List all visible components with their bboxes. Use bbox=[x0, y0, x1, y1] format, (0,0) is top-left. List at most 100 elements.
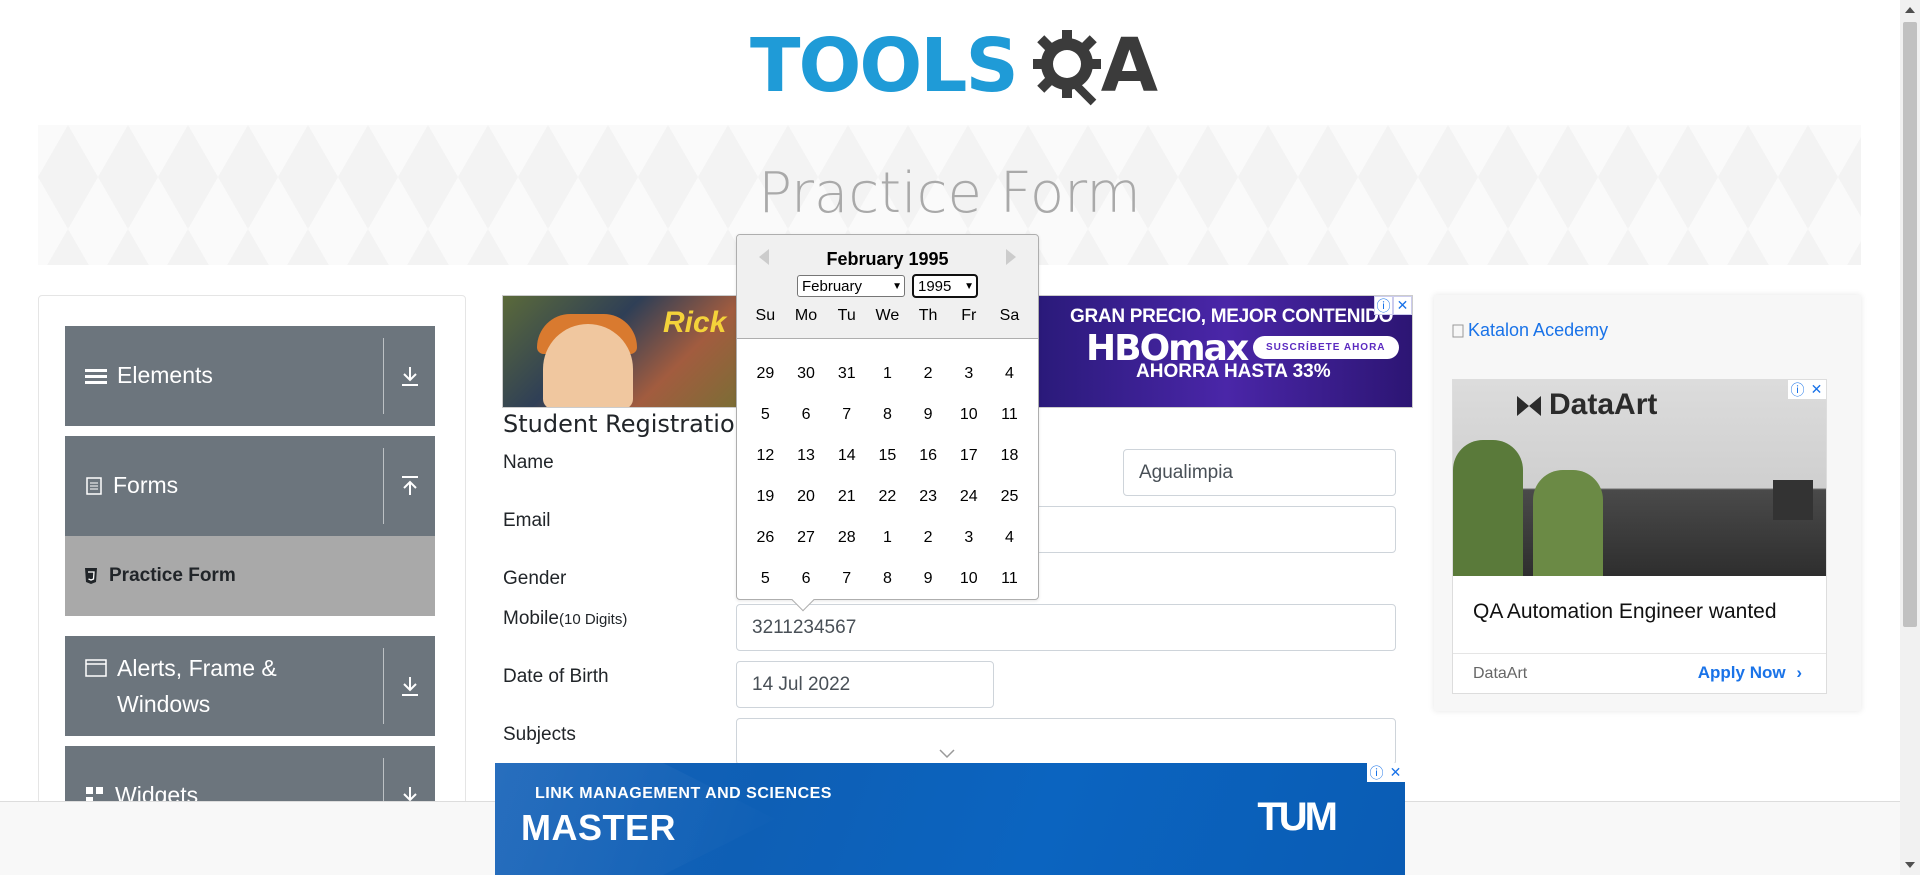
ad-banner-bottom[interactable]: LINK MANAGEMENT AND SCIENCES MASTER TUM … bbox=[495, 763, 1405, 875]
datepicker-week-row: 5 6 7 8 9 10 11 bbox=[745, 558, 1030, 599]
datepicker-day[interactable]: 2 bbox=[908, 529, 949, 547]
datepicker-day[interactable]: 1 bbox=[867, 529, 908, 547]
datepicker-day[interactable]: 6 bbox=[786, 406, 827, 424]
sidebar-group-forms[interactable]: Forms bbox=[65, 436, 435, 536]
dob-label: Date of Birth bbox=[503, 666, 609, 687]
datepicker-day[interactable]: 4 bbox=[989, 365, 1030, 383]
ad-info-icon[interactable]: ⓘ bbox=[1788, 380, 1807, 399]
scrollbar-thumb[interactable] bbox=[1903, 22, 1917, 627]
datepicker-day[interactable]: 16 bbox=[908, 447, 949, 465]
datepicker-day[interactable]: 5 bbox=[745, 570, 786, 588]
datepicker-week-row: 5 6 7 8 9 10 11 bbox=[745, 394, 1030, 435]
download-icon[interactable] bbox=[395, 671, 425, 701]
datepicker-day[interactable]: 20 bbox=[786, 488, 827, 506]
datepicker-day[interactable]: 9 bbox=[908, 406, 949, 424]
sidebar-item-practice-form[interactable]: Practice Form bbox=[65, 536, 435, 616]
datepicker-day[interactable]: 25 bbox=[989, 488, 1030, 506]
datepicker-day[interactable]: 21 bbox=[826, 488, 867, 506]
ad-info-icon[interactable]: ⓘ bbox=[1367, 763, 1386, 782]
mobile-input[interactable]: 3211234567 bbox=[736, 604, 1396, 651]
datepicker-day[interactable]: 2 bbox=[908, 365, 949, 383]
datepicker-day[interactable]: 27 bbox=[786, 529, 827, 547]
datepicker-day[interactable]: 7 bbox=[826, 570, 867, 588]
scroll-up-icon[interactable] bbox=[1905, 7, 1915, 13]
ad-info-icon[interactable]: ⓘ bbox=[1374, 296, 1393, 315]
datepicker-day[interactable]: 6 bbox=[786, 570, 827, 588]
ad-hbo[interactable]: GRAN PRECIO, MEJOR CONTENIDO HBOmax SUSC… bbox=[1038, 296, 1412, 407]
subjects-input[interactable] bbox=[736, 718, 1396, 765]
sidebar-group-alerts[interactable]: Alerts, Frame & Windows bbox=[65, 636, 435, 736]
ad-office-photo: DataArt bbox=[1453, 380, 1826, 576]
ad-title[interactable]: QA Automation Engineer wanted bbox=[1473, 600, 1777, 624]
hamburger-icon bbox=[85, 368, 107, 384]
close-icon[interactable]: ✕ bbox=[1386, 763, 1405, 782]
datepicker-day[interactable]: 11 bbox=[989, 406, 1030, 424]
logo-a-text: A bbox=[1100, 22, 1158, 109]
sidebar-group-elements[interactable]: Elements bbox=[65, 326, 435, 426]
divider bbox=[383, 338, 384, 414]
apply-now-button[interactable]: Apply Now › bbox=[1698, 663, 1802, 683]
subjects-label: Subjects bbox=[503, 724, 576, 745]
dob-input[interactable]: 14 Jul 2022 bbox=[736, 661, 994, 708]
datepicker-day[interactable]: 29 bbox=[745, 365, 786, 383]
divider bbox=[383, 648, 384, 724]
last-name-input[interactable]: Agualimpia bbox=[1123, 449, 1396, 496]
datepicker-day[interactable]: 11 bbox=[989, 570, 1030, 588]
datepicker-day[interactable]: 26 bbox=[745, 529, 786, 547]
datepicker-day[interactable]: 30 bbox=[786, 365, 827, 383]
datepicker-day[interactable]: 22 bbox=[867, 488, 908, 506]
datepicker-day[interactable]: 15 bbox=[867, 447, 908, 465]
month-select-value: February bbox=[802, 277, 863, 295]
datepicker-day[interactable]: 9 bbox=[908, 570, 949, 588]
close-icon[interactable]: ✕ bbox=[1807, 380, 1826, 399]
weekday-label: Mo bbox=[794, 307, 818, 324]
close-icon[interactable]: ✕ bbox=[1393, 296, 1412, 315]
weekday-label: Sa bbox=[999, 307, 1020, 324]
upload-icon[interactable] bbox=[395, 471, 425, 501]
datepicker-day[interactable]: 14 bbox=[826, 447, 867, 465]
ad-headline: GRAN PRECIO, MEJOR CONTENIDO bbox=[1070, 306, 1394, 327]
datepicker-day[interactable]: 10 bbox=[948, 406, 989, 424]
katalon-link[interactable]: Katalon Acedemy bbox=[1452, 320, 1608, 341]
ad-brand: DataArt bbox=[1549, 388, 1658, 421]
sidebar: Elements Forms Practice Form Alerts, Fra… bbox=[38, 295, 466, 875]
scroll-down-icon[interactable] bbox=[1905, 862, 1915, 868]
next-month-button[interactable] bbox=[1006, 249, 1016, 265]
ad-subscribe-button[interactable]: SUSCRÍBETE AHORA bbox=[1253, 336, 1399, 359]
page-scrollbar[interactable] bbox=[1900, 0, 1920, 875]
datepicker-day[interactable]: 3 bbox=[948, 365, 989, 383]
logo-tools-text: TOOLS bbox=[750, 22, 1019, 109]
monitor-shape bbox=[1773, 480, 1813, 520]
datepicker-day[interactable]: 18 bbox=[989, 447, 1030, 465]
sidebar-item-label: Practice Form bbox=[109, 565, 236, 586]
datepicker-day[interactable]: 1 bbox=[867, 365, 908, 383]
datepicker-day[interactable]: 7 bbox=[826, 406, 867, 424]
datepicker-day[interactable]: 17 bbox=[948, 447, 989, 465]
datepicker-day[interactable]: 8 bbox=[867, 406, 908, 424]
dataart-ad-card[interactable]: DataArt ⓘ ✕ QA Automation Engineer wante… bbox=[1452, 379, 1827, 694]
datepicker-day[interactable]: 12 bbox=[745, 447, 786, 465]
datepicker-day[interactable]: 23 bbox=[908, 488, 949, 506]
datepicker-day[interactable]: 24 bbox=[948, 488, 989, 506]
datepicker-week-row: 12 13 14 15 16 17 18 bbox=[745, 435, 1030, 476]
datepicker-week-row: 19 20 21 22 23 24 25 bbox=[745, 476, 1030, 517]
ad-subline: AHORRA HASTA 33% bbox=[1136, 361, 1331, 382]
apply-now-label: Apply Now bbox=[1697, 663, 1786, 682]
chevron-down-icon: ▼ bbox=[964, 280, 974, 292]
month-select[interactable]: February ▼ bbox=[797, 275, 905, 297]
sidebar-group-label: Forms bbox=[113, 472, 179, 498]
datepicker-day[interactable]: 13 bbox=[786, 447, 827, 465]
datepicker-day[interactable]: 28 bbox=[826, 529, 867, 547]
datepicker-day[interactable]: 19 bbox=[745, 488, 786, 506]
toolsqa-logo[interactable]: TOOLS A bbox=[750, 18, 1158, 113]
download-icon[interactable] bbox=[395, 361, 425, 391]
datepicker-day[interactable]: 4 bbox=[989, 529, 1030, 547]
datepicker-day[interactable]: 8 bbox=[867, 570, 908, 588]
datepicker-day[interactable]: 31 bbox=[826, 365, 867, 383]
divider bbox=[1453, 653, 1826, 654]
datepicker-day[interactable]: 3 bbox=[948, 529, 989, 547]
datepicker-day[interactable]: 10 bbox=[948, 570, 989, 588]
year-select[interactable]: 1995 ▼ bbox=[912, 274, 978, 298]
datepicker-day[interactable]: 5 bbox=[745, 406, 786, 424]
datepicker-week-row: 29 30 31 1 2 3 4 bbox=[745, 353, 1030, 394]
